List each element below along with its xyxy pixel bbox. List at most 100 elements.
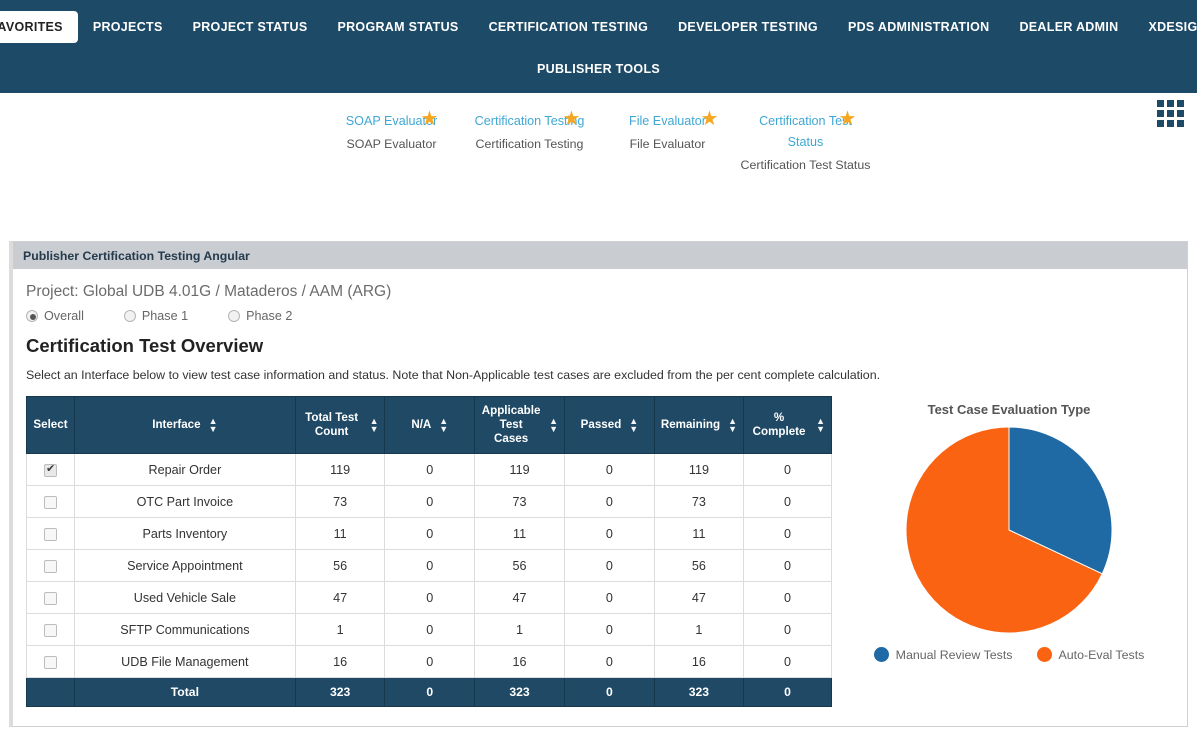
cell-remaining: 73 (653, 485, 745, 518)
sort-toggle-icon[interactable]: ▲ ▼ (816, 417, 825, 434)
column-header-remaining[interactable]: Remaining ▲ ▼ (653, 396, 745, 454)
favorite-star-icon[interactable]: ★ (421, 109, 439, 129)
table-row[interactable]: UDB File Management 16 0 16 0 16 0 (26, 645, 832, 678)
radio-label: Phase 2 (246, 309, 293, 323)
favorite-star-icon[interactable]: ★ (563, 109, 581, 129)
nav-item-program-status[interactable]: PROGRAM STATUS (322, 11, 473, 43)
table-row[interactable]: Used Vehicle Sale 47 0 47 0 47 0 (26, 581, 832, 614)
interface-name-cell[interactable]: Service Appointment (73, 549, 296, 582)
row-select-cell[interactable] (26, 613, 75, 646)
row-checkbox[interactable] (43, 527, 57, 541)
cell-total: 56 (294, 549, 386, 582)
cell-pct: 0 (743, 549, 832, 582)
radio-button-icon[interactable] (123, 310, 136, 322)
radio-phase-1[interactable]: Phase 1 (123, 309, 188, 323)
legend-color-dot-icon (873, 647, 889, 662)
interface-name-cell[interactable]: SFTP Communications (73, 613, 296, 646)
table-row[interactable]: OTC Part Invoice 73 0 73 0 73 0 (26, 485, 832, 518)
top-navigation-bar: FAVORITESPROJECTSPROJECT STATUSPROGRAM S… (0, 0, 1197, 93)
total-cell-passed: 0 (564, 677, 655, 707)
cell-total: 73 (294, 485, 386, 518)
cell-pct: 0 (743, 453, 832, 486)
column-header-label: Select (33, 418, 68, 431)
column-header-total-test-count[interactable]: Total Test Count ▲ ▼ (294, 396, 386, 454)
sort-toggle-icon[interactable]: ▲ ▼ (629, 417, 638, 434)
nav-item-publisher-tools[interactable]: PUBLISHER TOOLS (522, 53, 675, 85)
sort-toggle-icon[interactable]: ▲ ▼ (370, 417, 379, 434)
cell-remaining: 119 (653, 453, 745, 486)
apps-grid-icon[interactable] (1157, 100, 1184, 127)
interface-name-cell[interactable]: UDB File Management (73, 645, 296, 678)
panel-title: Publisher Certification Testing Angular (13, 242, 1187, 269)
sort-toggle-icon[interactable]: ▲ ▼ (209, 417, 218, 434)
row-select-cell[interactable] (26, 517, 75, 550)
column-header-label: Passed (580, 418, 622, 431)
legend-color-dot-icon (1036, 647, 1052, 662)
nav-item-xdesign[interactable]: XDESIGN (1133, 11, 1197, 43)
row-checkbox[interactable] (43, 655, 57, 669)
radio-overall[interactable]: Overall (26, 309, 84, 323)
interface-name-cell[interactable]: Parts Inventory (73, 517, 296, 550)
nav-row-primary: FAVORITESPROJECTSPROJECT STATUSPROGRAM S… (0, 0, 1197, 43)
row-select-cell[interactable] (26, 645, 75, 678)
pie-chart (844, 427, 1174, 633)
row-checkbox[interactable] (43, 623, 57, 637)
cell-applicable: 16 (474, 645, 566, 678)
nav-item-developer-testing[interactable]: DEVELOPER TESTING (663, 11, 833, 43)
table-header-row: Select Interface ▲ ▼ Total Test Count ▲ ▼ N/A ▲ ▼… (26, 396, 832, 454)
sort-toggle-icon[interactable]: ▲ ▼ (728, 417, 737, 434)
column-header-interface[interactable]: Interface ▲ ▼ (73, 396, 296, 454)
phase-radio-group: Overall Phase 1 Phase 2 (26, 309, 1174, 323)
total-row-label: Total (73, 677, 296, 707)
radio-button-icon[interactable] (26, 310, 38, 322)
cell-remaining: 11 (653, 517, 745, 550)
shortcut-certification-testing: Certification Testing ★ Certification Test… (461, 109, 599, 176)
column-header-complete[interactable]: % Complete ▲ ▼ (743, 396, 832, 454)
cell-passed: 0 (564, 485, 655, 518)
radio-phase-2[interactable]: Phase 2 (228, 309, 292, 323)
column-header-passed[interactable]: Passed ▲ ▼ (564, 396, 655, 454)
nav-item-dealer-admin[interactable]: DEALER ADMIN (1004, 11, 1133, 43)
interface-name-cell[interactable]: Used Vehicle Sale (73, 581, 296, 614)
legend-item-auto-eval-tests[interactable]: Auto-Eval Tests (1036, 647, 1144, 662)
table-total-row: Total 323 0 323 0 323 0 (26, 677, 832, 707)
legend-item-manual-review-tests[interactable]: Manual Review Tests (873, 647, 1013, 662)
cell-passed: 0 (564, 549, 655, 582)
nav-item-projects[interactable]: PROJECTS (78, 11, 178, 43)
nav-item-favorites[interactable]: FAVORITES (0, 11, 78, 43)
interface-name-cell[interactable]: OTC Part Invoice (73, 485, 296, 518)
sort-toggle-icon[interactable]: ▲ ▼ (439, 417, 448, 434)
cell-passed: 0 (564, 613, 655, 646)
cell-remaining: 47 (653, 581, 745, 614)
cell-na: 0 (384, 581, 476, 614)
column-header-select: Select (26, 396, 75, 454)
row-select-cell[interactable] (26, 485, 75, 518)
nav-item-pds-administration[interactable]: PDS ADMINISTRATION (833, 11, 1005, 43)
nav-item-project-status[interactable]: PROJECT STATUS (178, 11, 323, 43)
nav-item-certification-testing[interactable]: CERTIFICATION TESTING (474, 11, 664, 43)
row-select-cell[interactable] (26, 549, 75, 582)
table-row[interactable]: Parts Inventory 11 0 11 0 11 0 (26, 517, 832, 550)
sort-toggle-icon[interactable]: ▲ ▼ (549, 417, 558, 434)
radio-button-icon[interactable] (228, 310, 241, 322)
column-header-label: Interface (152, 418, 201, 431)
column-header-label: N/A (411, 418, 432, 431)
favorite-star-icon[interactable]: ★ (839, 109, 857, 129)
row-checkbox[interactable] (43, 591, 57, 605)
column-header-applicable-test-cases[interactable]: Applicable Test Cases ▲ ▼ (474, 396, 566, 454)
row-checkbox[interactable] (43, 463, 57, 477)
row-checkbox[interactable] (43, 495, 57, 509)
favorite-star-icon[interactable]: ★ (701, 109, 719, 129)
row-checkbox[interactable] (43, 559, 57, 573)
column-header-n-a[interactable]: N/A ▲ ▼ (384, 396, 476, 454)
total-cell-pct: 0 (743, 677, 832, 707)
total-cell-applicable: 323 (474, 677, 566, 707)
table-row[interactable]: SFTP Communications 1 0 1 0 1 0 (26, 613, 832, 646)
row-select-cell[interactable] (26, 581, 75, 614)
cell-remaining: 16 (653, 645, 745, 678)
shortcut-certification-test-status: Certification Test Status ★ Certification … (737, 109, 875, 176)
table-row[interactable]: Repair Order119011901190 (26, 453, 832, 486)
row-select-cell[interactable] (26, 453, 75, 486)
table-row[interactable]: Service Appointment 56 0 56 0 56 0 (26, 549, 832, 582)
interface-name-cell[interactable]: Repair Order (73, 453, 296, 486)
